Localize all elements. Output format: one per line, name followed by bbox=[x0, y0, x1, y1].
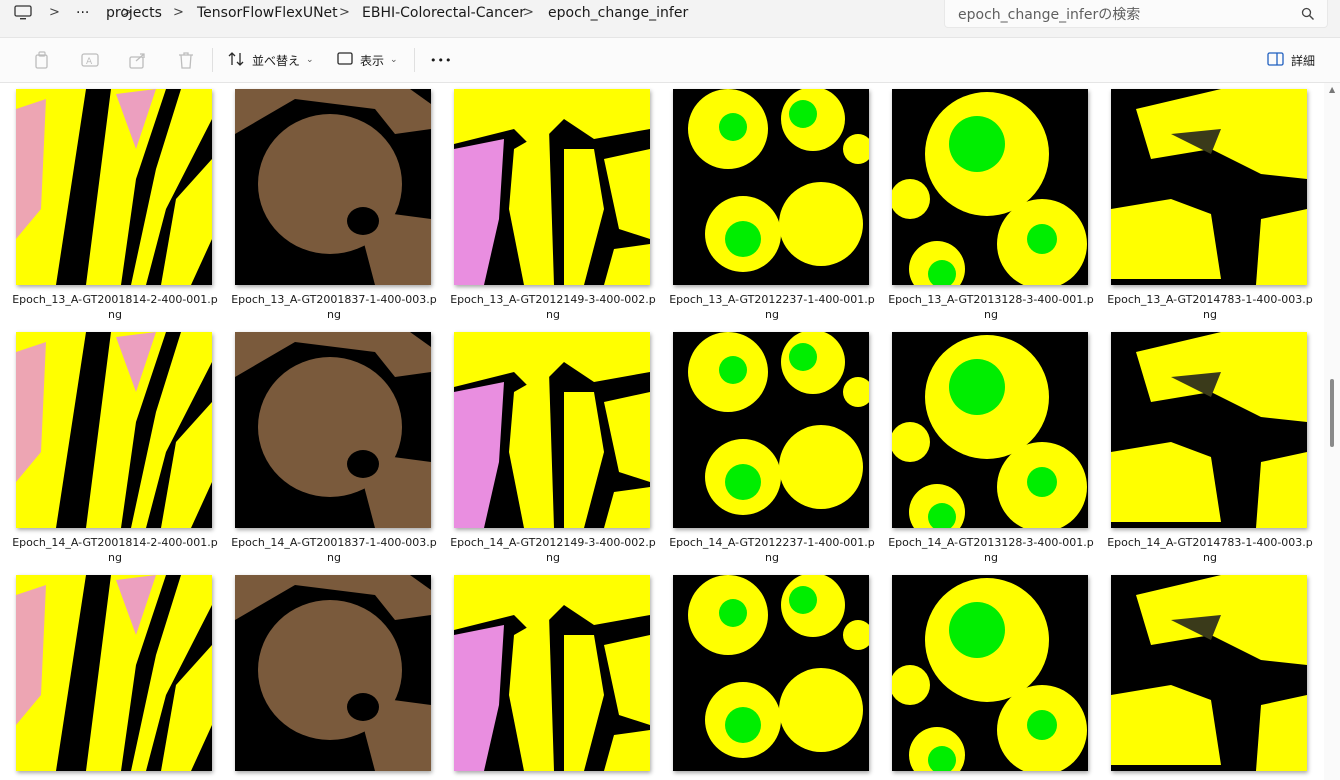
monitor-icon[interactable] bbox=[14, 5, 32, 25]
chevron-right-icon[interactable]: > bbox=[173, 0, 184, 26]
address-bar: > ··· > projects > TensorFlowFlexUNet > … bbox=[0, 0, 1340, 38]
file-thumbnail[interactable] bbox=[673, 89, 869, 285]
file-thumbnail[interactable] bbox=[16, 575, 212, 771]
file-name[interactable]: Epoch_13_A-GT2012149-3-400-002.png bbox=[448, 292, 658, 322]
more-icon: ••• bbox=[430, 53, 453, 67]
file-thumbnail[interactable] bbox=[892, 575, 1088, 771]
file-name[interactable]: Epoch_14_A-GT2001814-2-400-001.png bbox=[10, 535, 220, 565]
sort-icon bbox=[227, 51, 245, 70]
more-options-button[interactable]: ••• bbox=[430, 48, 452, 72]
file-name[interactable]: Epoch_13_A-GT2001837-1-400-003.png bbox=[229, 292, 439, 322]
file-thumbnail[interactable] bbox=[454, 575, 650, 771]
chevron-down-icon: ⌄ bbox=[306, 55, 314, 65]
details-label: 詳細 bbox=[1291, 53, 1316, 68]
share-icon[interactable] bbox=[128, 50, 148, 70]
file-thumbnail[interactable] bbox=[1111, 89, 1307, 285]
chevron-right-icon[interactable]: > bbox=[523, 0, 534, 26]
breadcrumb-tensorflowflexunet[interactable]: TensorFlowFlexUNet bbox=[197, 0, 338, 26]
breadcrumb-ebhi-colorectal-cancer[interactable]: EBHI-Colorectal-Cancer bbox=[362, 0, 525, 26]
toolbar-divider bbox=[212, 48, 213, 72]
chevron-down-icon: ⌄ bbox=[390, 55, 398, 65]
sort-label: 並べ替え bbox=[252, 53, 301, 68]
file-thumbnail[interactable] bbox=[454, 332, 650, 528]
vertical-scrollbar[interactable]: ▲ bbox=[1324, 83, 1340, 780]
toolbar-divider bbox=[414, 48, 415, 72]
file-thumbnail[interactable] bbox=[892, 332, 1088, 528]
file-name[interactable]: Epoch_14_A-GT2013128-3-400-001.png bbox=[886, 535, 1096, 565]
sort-button[interactable]: 並べ替え ⌄ bbox=[227, 48, 314, 72]
file-thumbnail[interactable] bbox=[673, 332, 869, 528]
view-icon bbox=[337, 51, 353, 69]
rename-icon[interactable]: A bbox=[80, 50, 100, 70]
file-grid: Epoch_13_A-GT2001814-2-400-001.png Epoch… bbox=[0, 83, 1324, 780]
breadcrumb-epoch-change-infer[interactable]: epoch_change_infer bbox=[548, 0, 688, 26]
file-thumbnail[interactable] bbox=[1111, 332, 1307, 528]
file-thumbnail[interactable] bbox=[673, 575, 869, 771]
search-input[interactable]: epoch_change_inferの検索 bbox=[958, 4, 1140, 24]
file-thumbnail[interactable] bbox=[1111, 575, 1307, 771]
copy-icon[interactable] bbox=[32, 50, 52, 70]
delete-icon[interactable] bbox=[176, 50, 196, 70]
file-thumbnail[interactable] bbox=[235, 89, 431, 285]
file-thumbnail[interactable] bbox=[16, 89, 212, 285]
search-icon[interactable] bbox=[1301, 6, 1315, 25]
chevron-right-icon[interactable]: > bbox=[49, 0, 60, 26]
scrollbar-thumb[interactable] bbox=[1330, 379, 1334, 447]
file-name[interactable]: Epoch_14_A-GT2014783-1-400-003.png bbox=[1105, 535, 1315, 565]
chevron-right-icon[interactable]: > bbox=[339, 0, 350, 26]
file-name[interactable]: Epoch_14_A-GT2001837-1-400-003.png bbox=[229, 535, 439, 565]
file-name[interactable]: Epoch_13_A-GT2014783-1-400-003.png bbox=[1105, 292, 1315, 322]
file-name[interactable]: Epoch_14_A-GT2012237-1-400-001.png bbox=[667, 535, 877, 565]
scroll-up-arrow-icon[interactable]: ▲ bbox=[1329, 85, 1335, 94]
file-name[interactable]: Epoch_14_A-GT2012149-3-400-002.png bbox=[448, 535, 658, 565]
breadcrumb-projects[interactable]: projects bbox=[106, 0, 162, 26]
file-thumbnail[interactable] bbox=[235, 575, 431, 771]
search-box[interactable]: epoch_change_inferの検索 bbox=[944, 0, 1328, 28]
file-thumbnail[interactable] bbox=[454, 89, 650, 285]
file-name[interactable]: Epoch_13_A-GT2001814-2-400-001.png bbox=[10, 292, 220, 322]
file-name[interactable]: Epoch_13_A-GT2012237-1-400-001.png bbox=[667, 292, 877, 322]
breadcrumb-ellipsis[interactable]: ··· bbox=[76, 0, 89, 26]
details-button[interactable]: 詳細 bbox=[1267, 48, 1315, 72]
command-bar: A 並べ替え ⌄ 表示 ⌄ ••• 詳細 bbox=[0, 38, 1340, 83]
view-label: 表示 bbox=[360, 53, 385, 68]
file-name[interactable]: Epoch_13_A-GT2013128-3-400-001.png bbox=[886, 292, 1096, 322]
svg-text:A: A bbox=[86, 57, 93, 67]
view-button[interactable]: 表示 ⌄ bbox=[337, 48, 398, 72]
file-thumbnail[interactable] bbox=[892, 89, 1088, 285]
file-thumbnail[interactable] bbox=[235, 332, 431, 528]
details-pane-icon bbox=[1267, 51, 1284, 69]
file-thumbnail[interactable] bbox=[16, 332, 212, 528]
